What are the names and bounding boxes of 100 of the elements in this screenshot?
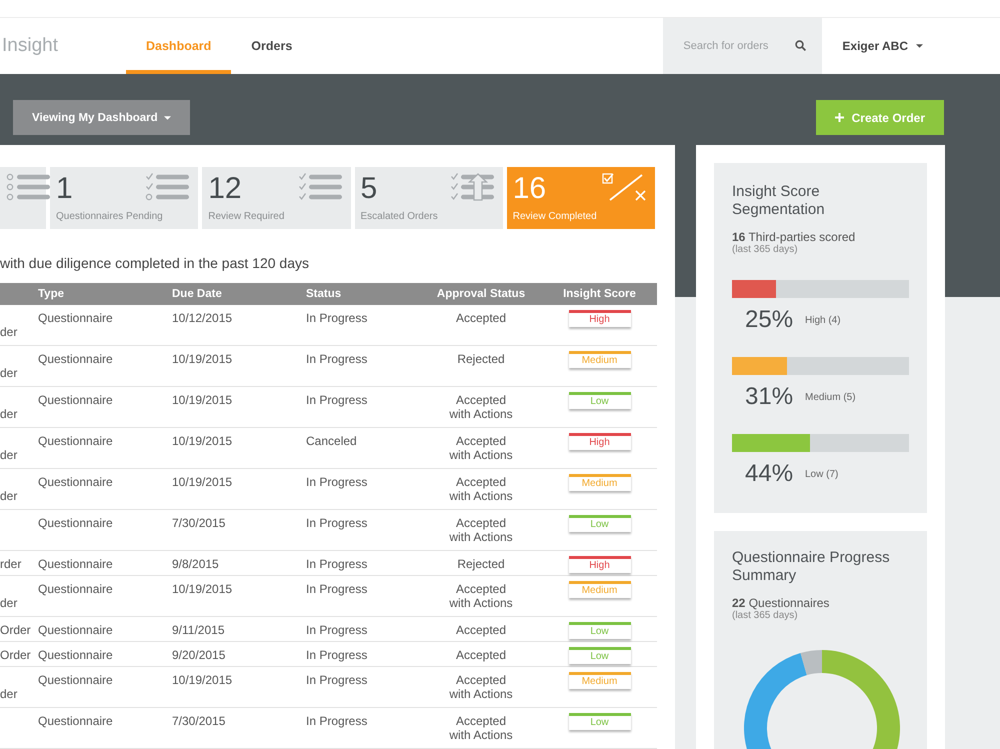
table-cell-text: 9/8/2015 — [172, 557, 220, 571]
checklist-icon — [298, 173, 342, 201]
table-cell-text: 9/11/2015 — [172, 623, 226, 637]
column-header: Due Date — [172, 288, 223, 300]
table-cell-text: 10/19/2015 — [172, 582, 234, 596]
stat-value: 1 — [56, 173, 74, 205]
stat-card[interactable]: 1 Questionnaires Pending — [50, 167, 198, 229]
table-cell-text: Rejected — [456, 557, 506, 571]
table-cell-text: 10/12/2015 — [172, 311, 234, 325]
table-cell-text: In Progress — [306, 352, 368, 366]
insight-score-tag: Medium — [568, 351, 630, 368]
table-cell-text: 10/19/2015 — [172, 475, 234, 489]
table-cell-text: 10/19/2015 — [172, 673, 234, 687]
stat-label: Escalated Orders — [360, 211, 439, 222]
checklist-icon — [145, 173, 190, 201]
table-cell-text: Rejected — [456, 352, 506, 366]
table-cell-text: In Progress — [306, 648, 368, 662]
table-cell-text: Questionnaire — [38, 714, 114, 728]
column-header: Status — [306, 288, 342, 300]
table-cell-text: 9/20/2015 — [172, 648, 226, 662]
insight-score-tag: Low — [568, 392, 630, 409]
table-cell-text: 10/19/2015 — [172, 352, 234, 366]
table-cell-text: 7/30/2015 — [172, 516, 226, 530]
table-caption: with due diligence completed in the past 120 days — [0, 255, 310, 271]
table-cell-text: der — [0, 448, 18, 462]
table-cell-text: Order — [0, 648, 32, 662]
table-cell-text: Accepted with Actions — [448, 714, 514, 742]
card-title: Insight Score Segmentation — [732, 183, 826, 219]
column-header: Approval Status — [436, 288, 526, 300]
table-cell-text: In Progress — [306, 516, 368, 530]
plus-icon — [834, 113, 844, 122]
stat-value: 16 — [512, 173, 548, 205]
table-cell-text: der — [0, 596, 18, 610]
table-cell-text: In Progress — [306, 623, 368, 637]
check-slash-cross-icon — [602, 173, 646, 201]
table-cell-text: 10/19/2015 — [172, 434, 234, 448]
stat-label: Review Required — [208, 211, 286, 222]
column-header: Insight Score — [563, 288, 636, 300]
table-cell-text: 10/19/2015 — [172, 393, 234, 407]
table-cell-text: Accepted with Actions — [448, 393, 514, 421]
account-menu[interactable]: Exiger ABC — [822, 18, 943, 74]
insight-score-tag: Low — [568, 622, 630, 639]
table-cell-text: In Progress — [306, 311, 368, 325]
table-cell-text: der — [0, 325, 18, 339]
insight-score-tag: High — [568, 433, 630, 450]
insight-score-tag: Low — [568, 647, 630, 664]
table-cell-text: der — [0, 366, 18, 380]
search-field[interactable]: Search for orders — [663, 18, 822, 74]
table-cell-text: Questionnaire — [38, 648, 114, 662]
insight-score-tag: High — [568, 310, 630, 327]
logo-text: Insight — [2, 35, 58, 57]
period-text: (last 365 days) — [732, 610, 799, 622]
stat-card[interactable]: 5 Escalated Orders — [354, 167, 503, 229]
stat-card[interactable]: 12 Review Required — [202, 167, 350, 229]
checklist-up-arrow-icon — [450, 173, 494, 201]
period-text: (last 365 days) — [732, 244, 799, 256]
insight-score-tag: Low — [568, 515, 630, 532]
score-label: High (4) — [805, 314, 841, 326]
column-header: Type — [38, 288, 65, 300]
table-cell-text: rder — [0, 557, 22, 571]
table-cell-text: Questionnaire — [38, 623, 114, 637]
stat-label: Review Completed — [512, 211, 598, 222]
percent-value: 25% — [744, 306, 794, 334]
table-cell-text: Accepted with Actions — [448, 673, 514, 701]
table-cell-text: der — [0, 407, 18, 421]
percent-value: 31% — [744, 383, 794, 411]
table-cell-text: Questionnaire — [38, 516, 114, 530]
table-cell-text: 7/30/2015 — [172, 714, 226, 728]
count-text: 22 Questionnaires — [732, 597, 830, 610]
table-cell-text: Questionnaire — [38, 393, 114, 407]
table-cell-text: In Progress — [306, 582, 368, 596]
insight-score-tag: High — [568, 556, 630, 573]
score-label: Medium (5) — [805, 392, 856, 402]
table-cell-text: Questionnaire — [38, 673, 114, 687]
stat-value: 12 — [208, 173, 243, 205]
table-cell-text: In Progress — [306, 475, 368, 489]
insight-score-tag: Low — [568, 713, 630, 730]
card-title: Questionnaire Progress Summary — [732, 549, 891, 585]
table-cell-text: Accepted — [454, 311, 508, 325]
insight-score-tag: Medium — [568, 474, 630, 491]
stat-value: 5 — [360, 173, 378, 205]
table-cell-text: In Progress — [306, 673, 368, 687]
table-cell-text: In Progress — [306, 714, 368, 728]
table-cell-text: Questionnaire — [38, 475, 114, 489]
table-cell-text: Accepted with Actions — [448, 475, 514, 503]
table-cell-text: Accepted with Actions — [448, 582, 514, 610]
nav-tab[interactable]: Orders — [231, 18, 312, 74]
table-cell-text: Accepted with Actions — [448, 434, 514, 462]
table-cell-text: Questionnaire — [38, 557, 114, 571]
table-cell-text: Questionnaire — [38, 352, 114, 366]
table-cell-text: der — [0, 489, 18, 503]
table-cell-text: In Progress — [306, 393, 368, 407]
insight-score-tag: Medium — [568, 672, 630, 689]
insight-score-tag: Medium — [568, 581, 630, 598]
caret-icon — [164, 116, 171, 120]
table-cell-text: Order — [0, 623, 32, 637]
table-cell-text: der — [0, 687, 18, 701]
table-cell-text: Accepted with Actions — [448, 516, 514, 544]
table-cell-text: Accepted — [454, 648, 508, 662]
list-icon — [6, 173, 50, 201]
